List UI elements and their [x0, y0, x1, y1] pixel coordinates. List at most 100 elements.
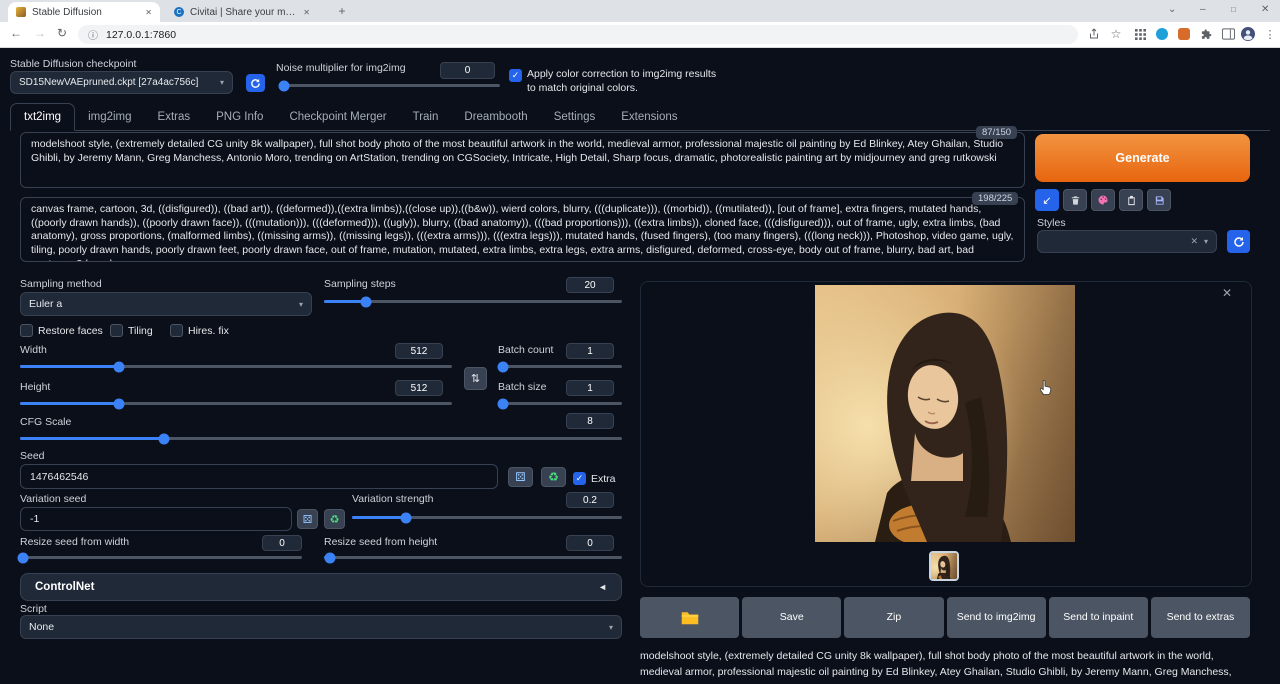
slider-handle[interactable]: [497, 398, 508, 409]
slider-handle[interactable]: [497, 361, 508, 372]
slider-handle[interactable]: [114, 361, 125, 372]
profile-avatar[interactable]: [1240, 26, 1256, 42]
tab-img2img[interactable]: img2img: [75, 103, 144, 130]
resize-seed-width-value[interactable]: 0: [262, 535, 302, 551]
extension-badge-blue-icon[interactable]: [1154, 26, 1170, 42]
width-value[interactable]: 512: [395, 343, 443, 359]
close-image-icon[interactable]: ✕: [1222, 286, 1232, 300]
slider-handle[interactable]: [324, 552, 335, 563]
apps-grid-icon[interactable]: [1132, 26, 1148, 42]
tab-txt2img[interactable]: txt2img: [10, 103, 75, 131]
share-icon[interactable]: [1086, 26, 1102, 42]
paste-generation-params-button[interactable]: ↙: [1035, 189, 1059, 211]
send-to-inpaint-button[interactable]: Send to inpaint: [1049, 597, 1148, 638]
extra-seed-checkbox[interactable]: ✓: [573, 472, 586, 485]
browser-tab-civitai[interactable]: C Civitai | Share your models ✕: [166, 2, 318, 22]
tab-dreambooth[interactable]: Dreambooth: [451, 103, 540, 130]
extensions-puzzle-icon[interactable]: [1198, 26, 1214, 42]
forward-icon[interactable]: →: [34, 27, 46, 39]
hires-fix-checkbox[interactable]: [170, 324, 183, 337]
height-value[interactable]: 512: [395, 380, 443, 396]
sampling-method-dropdown[interactable]: Euler a ▾: [20, 292, 312, 316]
slider-handle[interactable]: [360, 296, 371, 307]
restore-faces-checkbox[interactable]: [20, 324, 33, 337]
variation-seed-input[interactable]: [20, 507, 292, 531]
batch-size-slider[interactable]: [498, 402, 622, 405]
open-folder-button[interactable]: [640, 597, 739, 638]
seed-input[interactable]: [20, 464, 498, 489]
batch-count-slider[interactable]: [498, 365, 622, 368]
window-menu-icon[interactable]: ⌄: [1168, 4, 1176, 15]
slider-handle[interactable]: [401, 512, 412, 523]
extra-networks-button[interactable]: [1091, 189, 1115, 211]
prompt-input[interactable]: modelshoot style, (extremely detailed CG…: [20, 132, 1025, 188]
variation-strength-value[interactable]: 0.2: [566, 492, 614, 508]
window-close-button[interactable]: ✕: [1261, 4, 1269, 15]
color-correction-checkbox[interactable]: ✓: [509, 69, 522, 82]
tab-png-info[interactable]: PNG Info: [203, 103, 276, 130]
site-info-icon[interactable]: ⓘ: [88, 27, 98, 42]
cfg-scale-slider[interactable]: [20, 437, 622, 440]
slider-handle[interactable]: [279, 80, 290, 91]
browser-menu-icon[interactable]: ⋮: [1262, 26, 1278, 42]
tab-close-icon[interactable]: ✕: [303, 8, 310, 17]
checkpoint-dropdown[interactable]: SD15NewVAEpruned.ckpt [27a4ac756c] ▾: [10, 71, 233, 94]
window-minimize-button[interactable]: –: [1200, 4, 1206, 15]
script-dropdown[interactable]: None ▾: [20, 615, 622, 639]
gallery-thumbnail[interactable]: [929, 551, 959, 581]
tab-checkpoint-merger[interactable]: Checkpoint Merger: [276, 103, 399, 130]
chevron-down-icon: ▾: [299, 300, 303, 309]
back-icon[interactable]: ←: [10, 27, 22, 39]
batch-count-value[interactable]: 1: [566, 343, 614, 359]
resize-seed-width-slider[interactable]: [20, 556, 302, 559]
browser-tab-stable-diffusion[interactable]: Stable Diffusion ✕: [8, 2, 160, 22]
save-style-button[interactable]: [1147, 189, 1171, 211]
bookmark-star-icon[interactable]: ☆: [1108, 26, 1124, 42]
refresh-checkpoint-button[interactable]: [246, 74, 265, 92]
batch-size-value[interactable]: 1: [566, 380, 614, 396]
height-slider[interactable]: [20, 402, 452, 405]
reuse-variation-seed-recycle-button[interactable]: ♻: [324, 509, 345, 529]
tab-extras[interactable]: Extras: [145, 103, 204, 130]
reload-icon[interactable]: ↻: [57, 27, 67, 39]
address-bar[interactable]: ⓘ 127.0.0.1:7860: [78, 25, 1078, 44]
extension-badge-orange-icon[interactable]: [1176, 26, 1192, 42]
resize-seed-height-value[interactable]: 0: [566, 535, 614, 551]
reuse-seed-recycle-button[interactable]: ♻: [541, 467, 566, 487]
slider-handle[interactable]: [17, 552, 28, 563]
clear-prompt-button[interactable]: [1063, 189, 1087, 211]
tab-settings[interactable]: Settings: [541, 103, 609, 130]
random-seed-dice-button[interactable]: ⚄: [508, 467, 533, 487]
variation-strength-slider[interactable]: [352, 516, 622, 519]
sampling-steps-slider[interactable]: [324, 300, 622, 303]
cfg-scale-value[interactable]: 8: [566, 413, 614, 429]
noise-multiplier-value[interactable]: 0: [440, 62, 495, 79]
tab-close-icon[interactable]: ✕: [145, 8, 152, 17]
zip-button[interactable]: Zip: [844, 597, 943, 638]
clear-styles-icon[interactable]: ✕: [1190, 236, 1198, 247]
generated-image[interactable]: [815, 285, 1075, 542]
tab-train[interactable]: Train: [400, 103, 452, 130]
resize-seed-height-slider[interactable]: [324, 556, 622, 559]
slider-handle[interactable]: [159, 433, 170, 444]
tiling-checkbox[interactable]: [110, 324, 123, 337]
generate-button[interactable]: Generate: [1035, 134, 1250, 182]
apply-styles-button[interactable]: [1119, 189, 1143, 211]
side-panel-icon[interactable]: [1220, 26, 1236, 42]
noise-multiplier-slider[interactable]: [282, 84, 500, 87]
sampling-steps-value[interactable]: 20: [566, 277, 614, 293]
width-slider[interactable]: [20, 365, 452, 368]
send-to-extras-button[interactable]: Send to extras: [1151, 597, 1250, 638]
controlnet-accordion[interactable]: ControlNet ◄: [20, 573, 622, 601]
swap-width-height-button[interactable]: ⇅: [464, 367, 487, 390]
save-button[interactable]: Save: [742, 597, 841, 638]
send-to-img2img-button[interactable]: Send to img2img: [947, 597, 1046, 638]
negative-prompt-input[interactable]: canvas frame, cartoon, 3d, ((disfigured)…: [20, 197, 1025, 262]
random-variation-seed-dice-button[interactable]: ⚄: [297, 509, 318, 529]
new-tab-button[interactable]: +: [334, 3, 350, 19]
refresh-styles-button[interactable]: [1227, 230, 1250, 253]
tab-extensions[interactable]: Extensions: [608, 103, 690, 130]
window-maximize-button[interactable]: □: [1231, 5, 1236, 14]
slider-handle[interactable]: [114, 398, 125, 409]
styles-dropdown[interactable]: ✕ ▾: [1037, 230, 1217, 253]
